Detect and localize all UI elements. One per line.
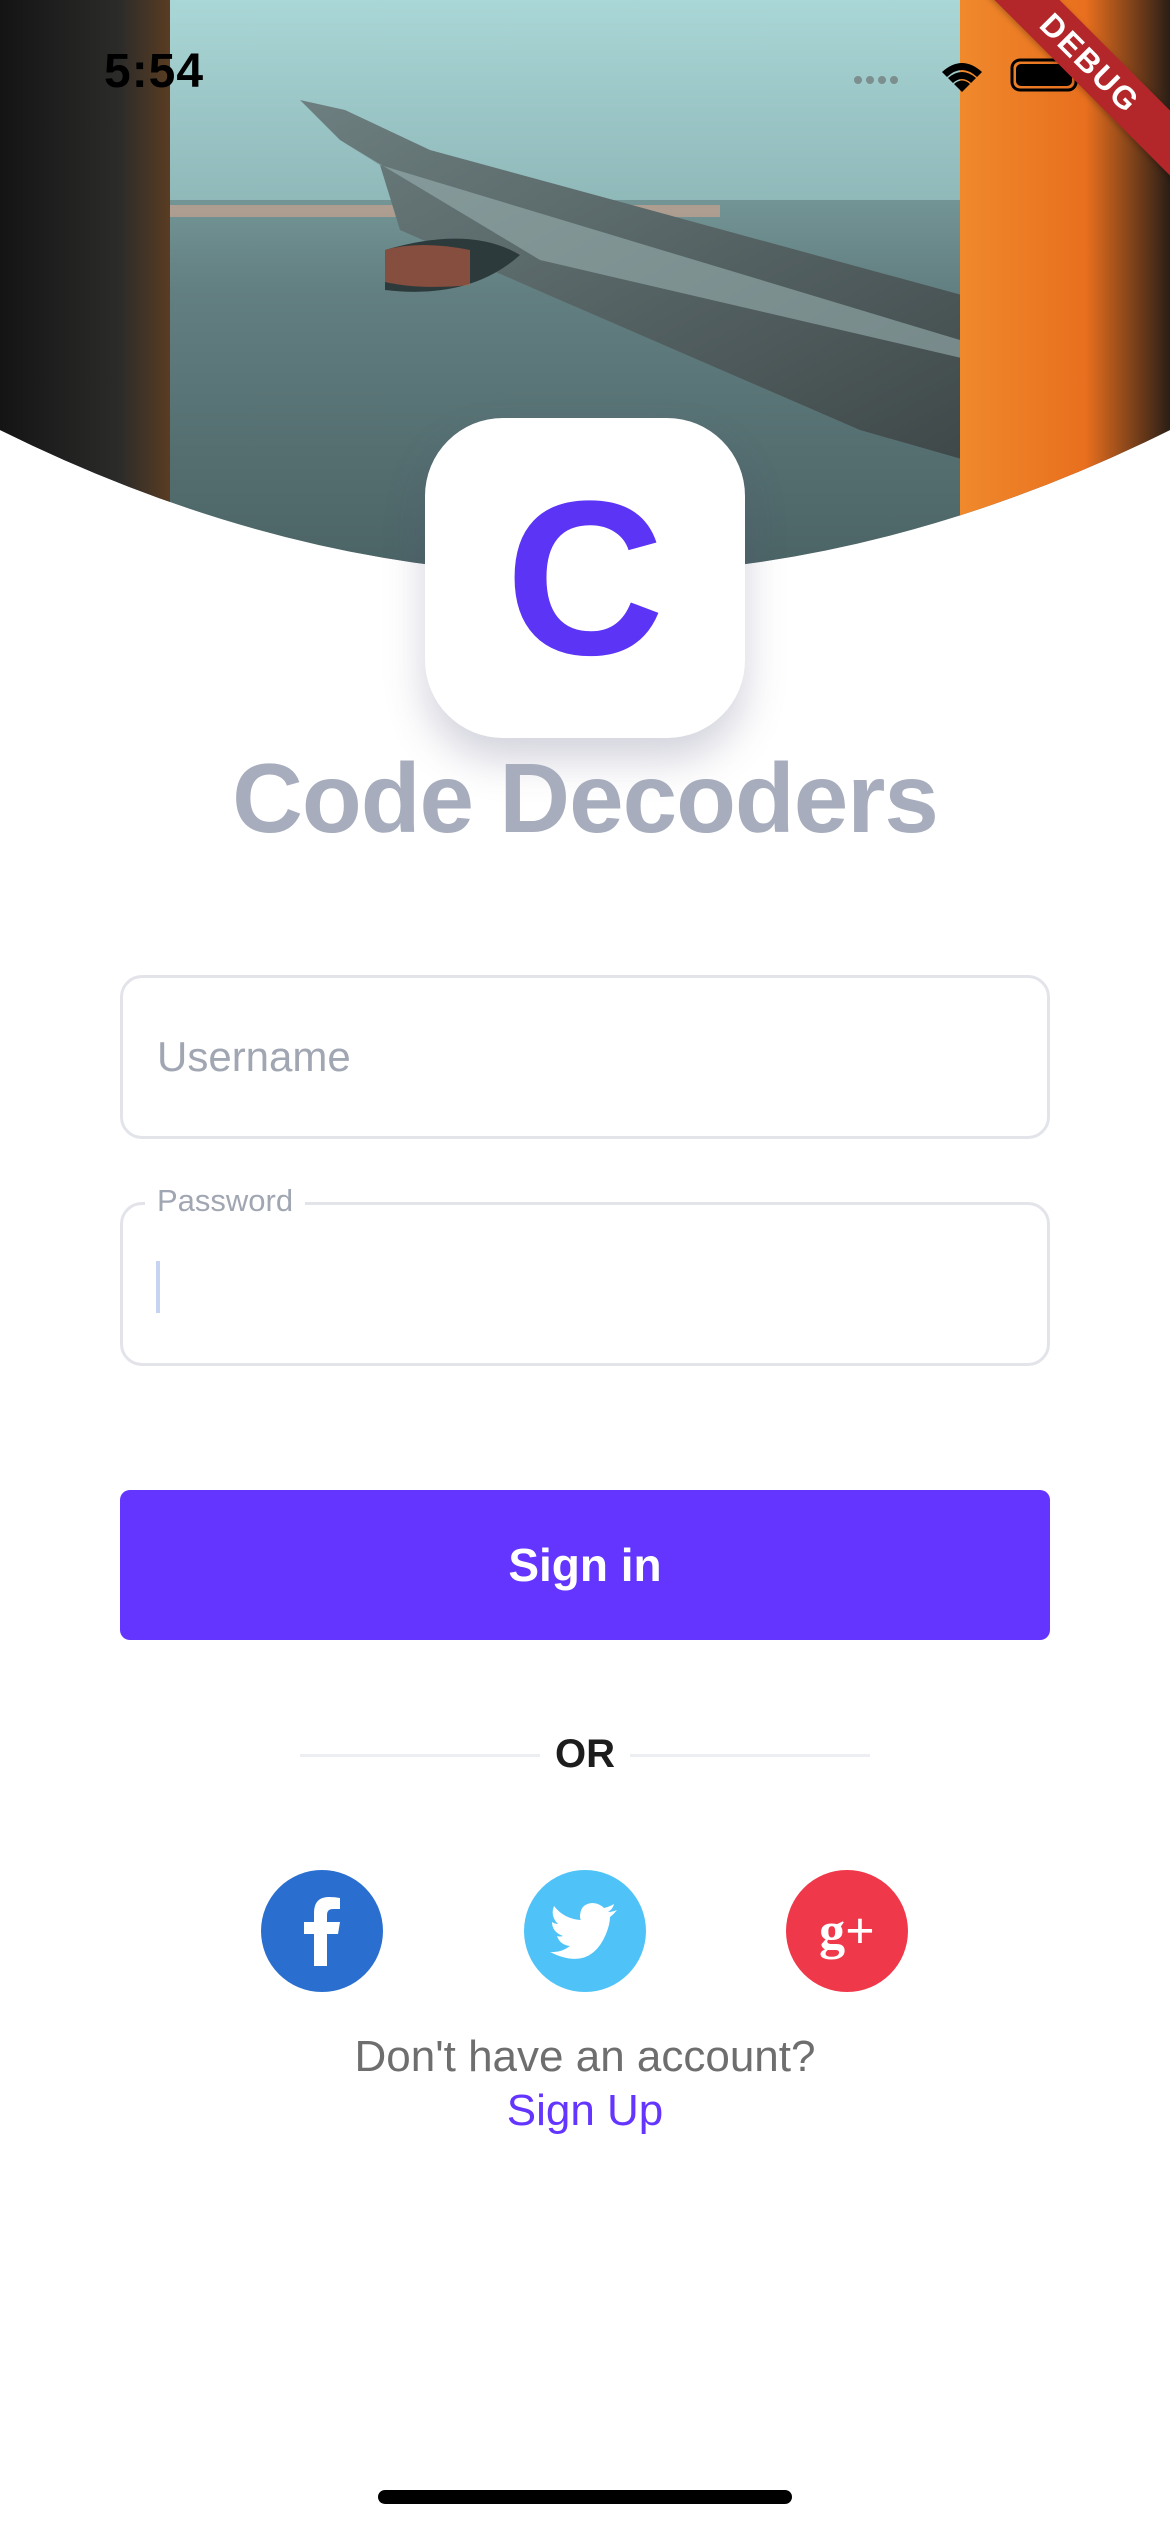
facebook-icon bbox=[304, 1897, 340, 1966]
google-plus-icon: g+ bbox=[819, 1903, 875, 1960]
or-label: OR bbox=[555, 1732, 615, 1776]
status-time: 5:54 bbox=[104, 45, 205, 98]
app-logo-letter: C bbox=[505, 455, 665, 701]
username-placeholder: Username bbox=[157, 1033, 351, 1080]
app-logo: C bbox=[425, 418, 745, 738]
signup-link[interactable]: Sign Up bbox=[0, 2086, 1170, 2136]
google-plus-login-button[interactable]: g+ bbox=[786, 1870, 908, 1992]
status-bar: 5:54 DEBUG bbox=[0, 0, 1170, 186]
signin-button[interactable]: Sign in bbox=[120, 1490, 1050, 1640]
wifi-icon bbox=[942, 63, 982, 92]
text-cursor bbox=[156, 1261, 160, 1313]
cellular-signal-icon bbox=[854, 76, 898, 84]
twitter-icon bbox=[550, 1903, 617, 1959]
facebook-login-button[interactable] bbox=[261, 1870, 383, 1992]
no-account-text: Don't have an account? bbox=[354, 2032, 816, 2081]
twitter-login-button[interactable] bbox=[524, 1870, 646, 1992]
username-field[interactable]: Username bbox=[120, 975, 1050, 1139]
login-screen: 5:54 DEBUG C Code Decoders Username Pass… bbox=[0, 0, 1170, 2532]
password-field[interactable]: Password bbox=[120, 1183, 1050, 1366]
password-label: Password bbox=[145, 1183, 306, 1219]
or-divider: OR bbox=[300, 1724, 870, 1784]
svg-text:g+: g+ bbox=[819, 1903, 875, 1960]
home-indicator[interactable] bbox=[378, 2490, 792, 2504]
app-name: Code Decoders bbox=[232, 743, 939, 853]
